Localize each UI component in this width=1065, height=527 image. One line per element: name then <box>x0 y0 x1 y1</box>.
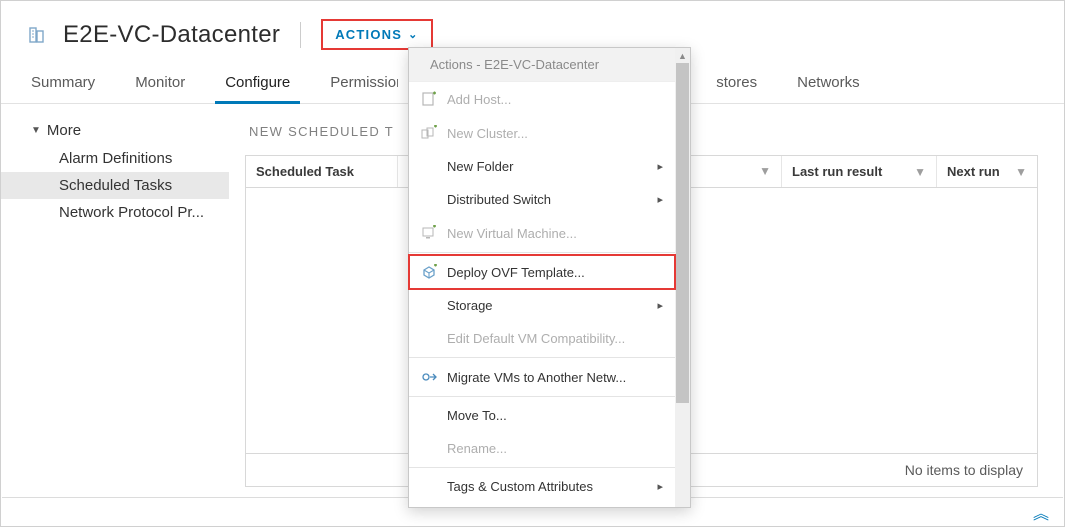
menu-item-deploy-ovf[interactable]: Deploy OVF Template... <box>409 255 675 289</box>
sidebar-group-more[interactable]: ▼ More <box>1 116 229 145</box>
tab-permissions[interactable]: Permissions <box>328 64 398 103</box>
menu-item-distributed-switch[interactable]: Distributed Switch <box>409 183 675 216</box>
scroll-up-icon[interactable]: ▲ <box>675 48 690 63</box>
menu-item-label: New Virtual Machine... <box>447 226 663 241</box>
menu-item-label: Migrate VMs to Another Netw... <box>447 370 663 385</box>
menu-item-migrate-vms[interactable]: Migrate VMs to Another Netw... <box>409 360 675 394</box>
menu-item-label: Edit Default VM Compatibility... <box>447 331 663 346</box>
datacenter-icon <box>29 25 49 45</box>
header-divider <box>300 22 301 48</box>
cluster-icon <box>421 125 437 141</box>
menu-item-edit-compat[interactable]: Edit Default VM Compatibility... <box>409 322 675 355</box>
column-label: Next run <box>947 164 1000 179</box>
page-title: E2E-VC-Datacenter <box>63 21 280 49</box>
chevron-down-icon: ⌄ <box>408 28 418 41</box>
menu-item-label: New Folder <box>447 159 663 174</box>
menu-item-storage[interactable]: Storage <box>409 289 675 322</box>
tab-monitor[interactable]: Monitor <box>133 64 187 103</box>
menu-item-label: New Cluster... <box>447 126 663 141</box>
menu-item-label: Storage <box>447 298 663 313</box>
actions-button-label: ACTIONS <box>335 27 402 42</box>
menu-item-label: Distributed Switch <box>447 192 663 207</box>
actions-menu: Actions - E2E-VC-Datacenter Add Host... … <box>408 47 691 508</box>
vm-add-icon <box>421 225 437 241</box>
sidebar: ▼ More Alarm Definitions Scheduled Tasks… <box>1 104 229 495</box>
sidebar-item-alarm-definitions[interactable]: Alarm Definitions <box>1 145 229 172</box>
filter-icon[interactable]: ▼ <box>1015 165 1027 179</box>
menu-item-tags[interactable]: Tags & Custom Attributes <box>409 470 675 503</box>
menu-item-rename[interactable]: Rename... <box>409 432 675 465</box>
menu-divider <box>409 467 675 468</box>
scroll-thumb[interactable] <box>676 63 689 403</box>
menu-scrollbar[interactable]: ▲ <box>675 48 690 507</box>
menu-item-new-cluster[interactable]: New Cluster... <box>409 116 675 150</box>
host-add-icon <box>421 91 437 107</box>
tab-summary[interactable]: Summary <box>29 64 97 103</box>
actions-button[interactable]: ACTIONS ⌄ <box>321 19 432 50</box>
menu-divider <box>409 252 675 253</box>
menu-item-new-folder[interactable]: New Folder <box>409 150 675 183</box>
menu-item-label: Add Host... <box>447 92 663 107</box>
filter-icon[interactable]: ▼ <box>914 165 926 179</box>
column-next-run[interactable]: Next run ▼ <box>937 156 1037 187</box>
filter-icon[interactable]: ▼ <box>749 156 781 186</box>
menu-item-add-host[interactable]: Add Host... <box>409 82 675 116</box>
menu-item-label: Deploy OVF Template... <box>447 265 663 280</box>
column-scheduled-task[interactable]: Scheduled Task <box>246 156 398 187</box>
actions-menu-header: Actions - E2E-VC-Datacenter <box>409 48 675 82</box>
tab-networks[interactable]: Networks <box>795 64 862 103</box>
menu-item-move-to[interactable]: Move To... <box>409 399 675 432</box>
column-label: Scheduled Task <box>256 164 354 179</box>
ovf-icon <box>421 264 437 280</box>
menu-item-new-vm[interactable]: New Virtual Machine... <box>409 216 675 250</box>
actions-menu-header-label: Actions - E2E-VC-Datacenter <box>430 57 599 72</box>
tab-datastores[interactable]: stores <box>714 64 759 103</box>
column-last-run-result[interactable]: Last run result ▼ <box>782 156 937 187</box>
sidebar-item-network-protocol[interactable]: Network Protocol Pr... <box>1 199 229 226</box>
column-label: Last run result <box>792 164 882 179</box>
menu-item-label: Rename... <box>447 441 663 456</box>
menu-item-label: Move To... <box>447 408 663 423</box>
menu-divider <box>409 396 675 397</box>
menu-divider <box>409 357 675 358</box>
double-chevron-up-icon[interactable]: ︽ <box>1033 500 1049 524</box>
tab-configure[interactable]: Configure <box>223 64 292 103</box>
sidebar-item-scheduled-tasks[interactable]: Scheduled Tasks <box>1 172 229 199</box>
migrate-icon <box>421 369 437 385</box>
menu-item-label: Tags & Custom Attributes <box>447 479 663 494</box>
sidebar-group-label: More <box>47 122 81 139</box>
caret-down-icon: ▼ <box>31 125 41 136</box>
